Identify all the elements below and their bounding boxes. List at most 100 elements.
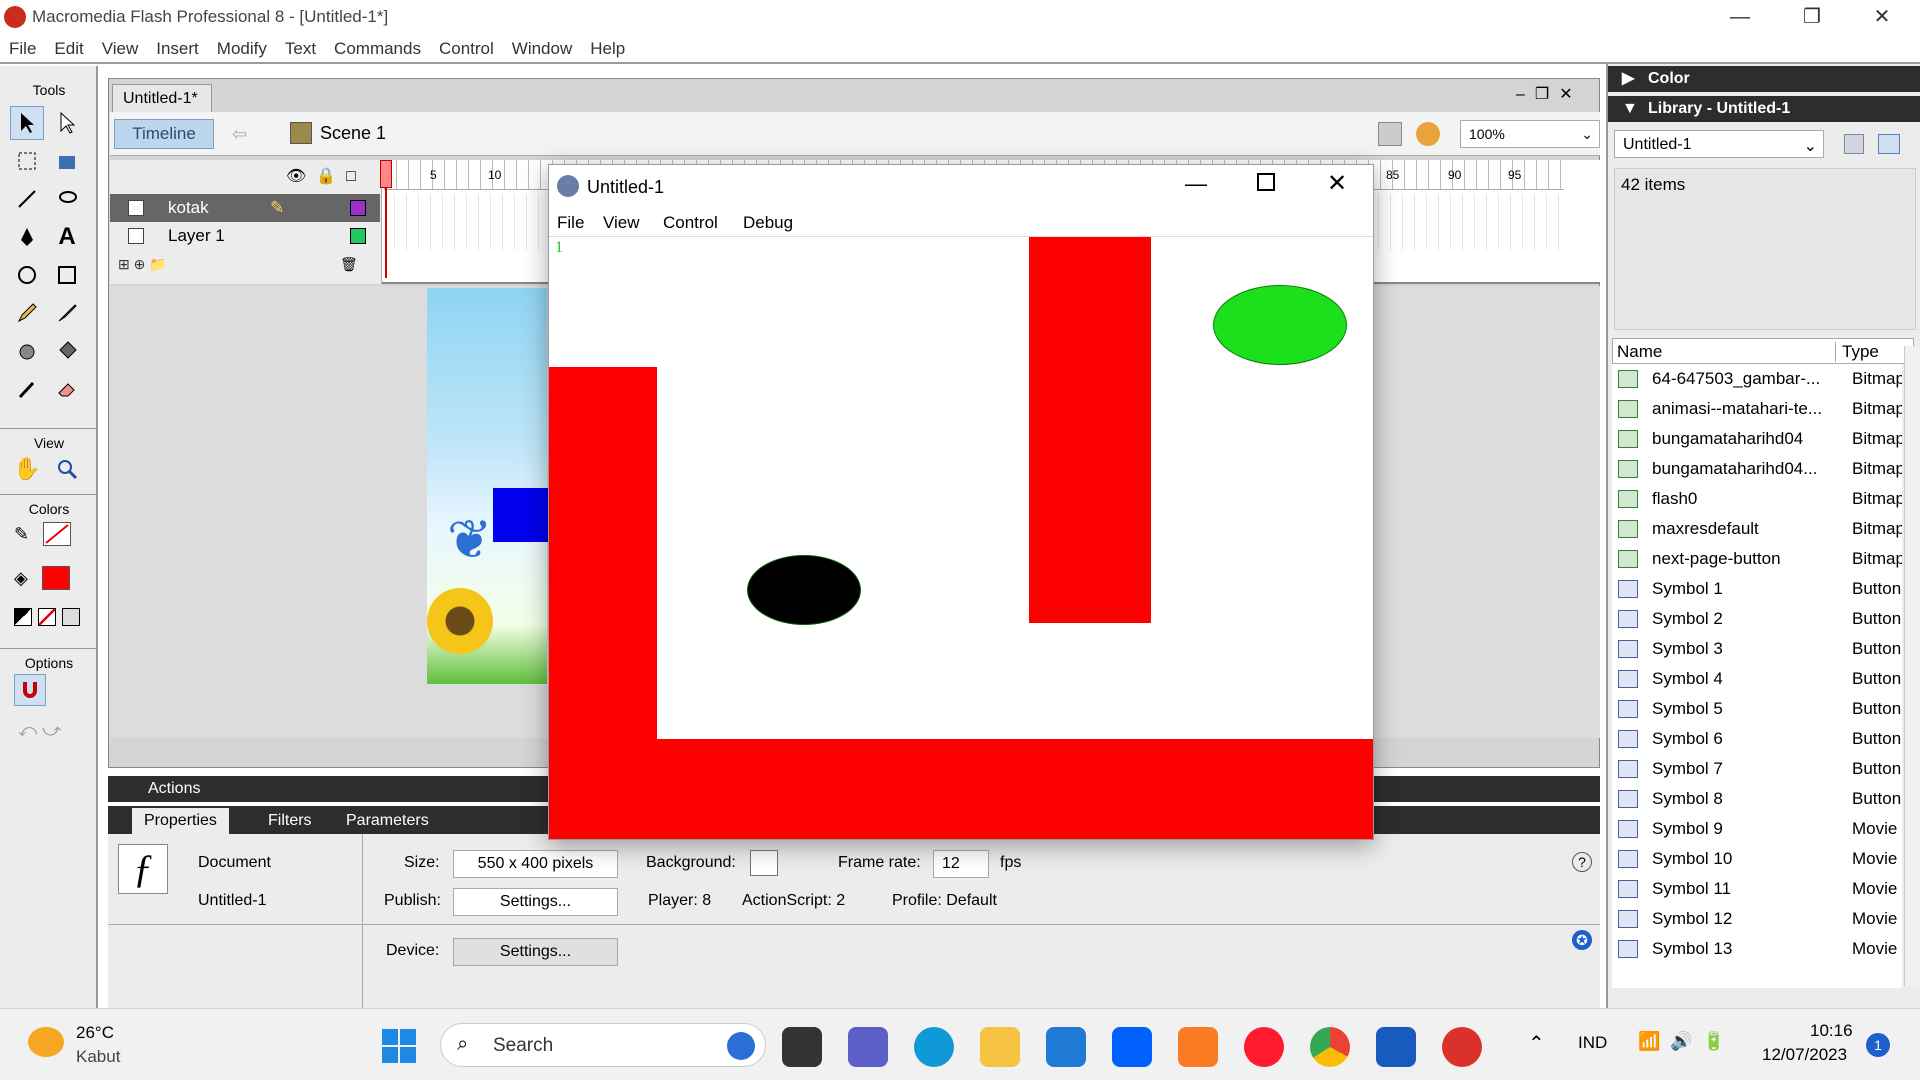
library-scrollbar[interactable] bbox=[1904, 346, 1920, 986]
accessibility-icon[interactable]: ✪ bbox=[1572, 930, 1592, 950]
chrome-icon[interactable] bbox=[1310, 1027, 1350, 1067]
fill-color-swatch[interactable] bbox=[41, 566, 70, 590]
windows-start-icon[interactable] bbox=[382, 1029, 416, 1063]
menu-window[interactable]: Window bbox=[503, 34, 581, 64]
minimize-button[interactable]: — bbox=[1710, 0, 1770, 34]
brush-tool-icon[interactable] bbox=[50, 296, 84, 330]
column-name[interactable]: Name bbox=[1617, 342, 1662, 362]
flash-taskbar-icon[interactable] bbox=[1442, 1027, 1482, 1067]
trash-icon[interactable]: 🗑 bbox=[340, 256, 358, 273]
notification-badge[interactable]: 1 bbox=[1866, 1033, 1890, 1057]
clock-date[interactable]: 12/07/2023 bbox=[1762, 1045, 1847, 1065]
file-explorer-icon[interactable] bbox=[980, 1027, 1020, 1067]
clock-time[interactable]: 10:16 bbox=[1810, 1021, 1853, 1041]
close-button[interactable]: ✕ bbox=[1852, 0, 1912, 34]
library-item[interactable]: Symbol 2 Button bbox=[1612, 604, 1902, 634]
search-box[interactable]: ⌕ Search bbox=[440, 1023, 766, 1067]
eraser-tool-icon[interactable] bbox=[50, 372, 84, 406]
library-item[interactable]: Symbol 11 Movie bbox=[1612, 874, 1902, 904]
tab-filters[interactable]: Filters bbox=[256, 808, 324, 834]
help-icon[interactable]: ? bbox=[1572, 852, 1592, 872]
weather-icon[interactable] bbox=[28, 1027, 64, 1057]
fp-maximize-button[interactable] bbox=[1257, 173, 1275, 191]
mail-icon[interactable] bbox=[1046, 1027, 1086, 1067]
color-panel-header[interactable]: ▶ Color bbox=[1608, 66, 1920, 92]
selection-tool-icon[interactable] bbox=[10, 106, 44, 140]
tab-properties[interactable]: Properties bbox=[132, 808, 229, 834]
library-item[interactable]: bungamataharihd04... Bitmap bbox=[1612, 454, 1902, 484]
ink-bottle-tool-icon[interactable] bbox=[10, 334, 44, 368]
background-color-swatch[interactable] bbox=[750, 850, 778, 876]
language-indicator[interactable]: IND bbox=[1578, 1033, 1607, 1053]
library-item[interactable]: Symbol 4 Button bbox=[1612, 664, 1902, 694]
hand-tool-icon[interactable]: ✋ bbox=[10, 452, 44, 486]
rectangle-tool-icon[interactable] bbox=[50, 258, 84, 292]
library-item[interactable]: Symbol 13 Movie bbox=[1612, 934, 1902, 964]
library-item[interactable]: Symbol 9 Movie bbox=[1612, 814, 1902, 844]
edit-symbols-icon[interactable] bbox=[1416, 122, 1440, 146]
playhead[interactable] bbox=[380, 160, 392, 280]
pin-library-icon[interactable] bbox=[1844, 134, 1864, 154]
layer-layer1[interactable]: Layer 1 bbox=[110, 222, 380, 250]
device-settings-button[interactable]: Settings... bbox=[453, 938, 618, 966]
teams-icon[interactable] bbox=[848, 1027, 888, 1067]
task-view-icon[interactable] bbox=[782, 1027, 822, 1067]
library-item[interactable]: next-page-button Bitmap bbox=[1612, 544, 1902, 574]
fp-menu-debug[interactable]: Debug bbox=[743, 213, 793, 233]
opera-icon[interactable] bbox=[1244, 1027, 1284, 1067]
frame-rate-input[interactable]: 12 bbox=[933, 850, 989, 878]
zoom-tool-icon[interactable] bbox=[50, 452, 84, 486]
library-select[interactable]: Untitled-1 ⌄ bbox=[1614, 130, 1824, 158]
library-item[interactable]: Symbol 1 Button bbox=[1612, 574, 1902, 604]
size-button[interactable]: 550 x 400 pixels bbox=[453, 850, 618, 878]
menu-insert[interactable]: Insert bbox=[147, 34, 208, 64]
bing-icon[interactable] bbox=[727, 1032, 755, 1060]
pen-tool-icon[interactable] bbox=[10, 220, 44, 254]
column-type[interactable]: Type bbox=[1835, 342, 1879, 362]
free-transform-tool-icon[interactable] bbox=[10, 144, 44, 178]
fp-minimize-button[interactable]: — bbox=[1185, 171, 1207, 197]
stroke-color-swatch[interactable] bbox=[43, 522, 72, 546]
back-arrow-icon[interactable]: ⇦ bbox=[232, 124, 247, 145]
fp-menu-control[interactable]: Control bbox=[663, 213, 718, 233]
document-window-controls[interactable]: –❐✕ bbox=[1516, 84, 1583, 104]
library-panel-header[interactable]: ▼ Library - Untitled-1 bbox=[1608, 96, 1920, 122]
pencil-tool-icon[interactable] bbox=[10, 296, 44, 330]
dropbox-icon[interactable] bbox=[1112, 1027, 1152, 1067]
line-tool-icon[interactable] bbox=[10, 182, 44, 216]
library-item[interactable]: Symbol 12 Movie bbox=[1612, 904, 1902, 934]
no-color-icon[interactable] bbox=[38, 608, 56, 626]
edge-icon[interactable] bbox=[914, 1027, 954, 1067]
menu-view[interactable]: View bbox=[93, 34, 148, 64]
layer-outline-color[interactable] bbox=[350, 228, 366, 244]
xampp-icon[interactable] bbox=[1178, 1027, 1218, 1067]
tray-chevron-icon[interactable]: ⌃ bbox=[1528, 1031, 1545, 1056]
smooth-straighten-icon[interactable]: ⤺ ⤻ bbox=[18, 720, 62, 741]
subselection-tool-icon[interactable] bbox=[50, 106, 84, 140]
snap-magnet-icon[interactable] bbox=[14, 674, 46, 706]
fp-close-button[interactable]: ✕ bbox=[1327, 169, 1347, 198]
player-ball[interactable] bbox=[747, 555, 861, 625]
menu-text[interactable]: Text bbox=[276, 34, 325, 64]
restore-button[interactable]: ❐ bbox=[1782, 0, 1842, 34]
oval-tool-icon[interactable] bbox=[10, 258, 44, 292]
stage-canvas[interactable]: ❦ bbox=[427, 288, 563, 684]
menu-control[interactable]: Control bbox=[430, 34, 503, 64]
black-white-icon[interactable] bbox=[14, 608, 32, 626]
gradient-transform-tool-icon[interactable] bbox=[50, 144, 84, 178]
swap-colors-icon[interactable] bbox=[62, 608, 80, 626]
library-item[interactable]: Symbol 3 Button bbox=[1612, 634, 1902, 664]
library-item[interactable]: Symbol 6 Button bbox=[1612, 724, 1902, 754]
library-item[interactable]: Symbol 8 Button bbox=[1612, 784, 1902, 814]
library-item[interactable]: flash0 Bitmap bbox=[1612, 484, 1902, 514]
menu-commands[interactable]: Commands bbox=[325, 34, 430, 64]
menu-edit[interactable]: Edit bbox=[45, 34, 92, 64]
add-layer-icons[interactable]: ⊞ ⊕ 📁 bbox=[118, 256, 167, 273]
menu-file[interactable]: File bbox=[0, 34, 45, 64]
edit-scene-icon[interactable] bbox=[1378, 122, 1402, 146]
timeline-button[interactable]: Timeline bbox=[114, 119, 214, 149]
tray-icons[interactable]: 📶🔊🔋 bbox=[1638, 1031, 1735, 1052]
layer-kotak[interactable]: kotak ✎ bbox=[110, 194, 380, 222]
lasso-tool-icon[interactable] bbox=[50, 182, 84, 216]
library-item[interactable]: Symbol 7 Button bbox=[1612, 754, 1902, 784]
